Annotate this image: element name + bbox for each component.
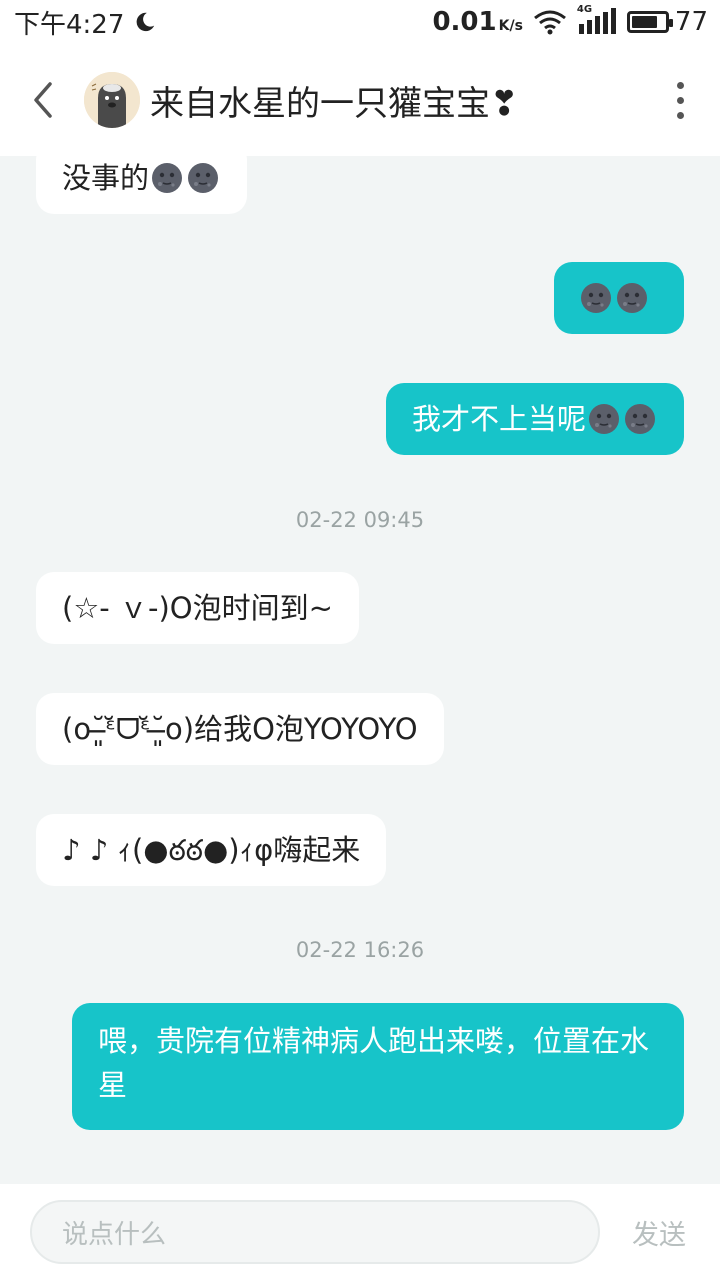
message-text: 没事的 (62, 161, 150, 195)
message-bubble-incoming[interactable]: 没事的 (36, 156, 248, 214)
message-text: 我才不上当呢 (411, 402, 586, 436)
chat-area[interactable]: 没事的 我才不上当呢 02-22 09:45 (☆- ｖ-)O泡时间到~ (o˘… (0, 156, 720, 1184)
status-right: 0.01 K/s 4G 77 (432, 4, 708, 37)
battery: 77 (626, 7, 708, 37)
new-moon-face-icon (589, 404, 619, 434)
new-moon-face-icon (581, 283, 611, 313)
input-bar: 说点什么 发送 (0, 1184, 720, 1280)
do-not-disturb-moon-icon (137, 12, 155, 32)
message-text: ♪ ♪ ｨ(●ఠఠ●)ｨφ嗨起来 (62, 833, 361, 867)
more-dot-icon (676, 96, 684, 104)
avatar[interactable] (84, 72, 140, 128)
message-bubble-outgoing[interactable]: 我才不上当呢 (385, 383, 684, 455)
badger-avatar-icon (84, 72, 140, 128)
chevron-left-icon (34, 82, 52, 118)
title-wrap: 来自水星的一只獾宝宝❣ (84, 72, 640, 128)
battery-fill (631, 16, 657, 28)
status-left: 下午4:27 (14, 4, 156, 41)
message-bubble-incoming[interactable]: (☆- ｖ-)O泡时间到~ (36, 572, 359, 644)
new-moon-face-icon (625, 404, 655, 434)
chat-header: 来自水星的一只獾宝宝❣ (0, 44, 720, 156)
message-bubble-outgoing[interactable] (554, 262, 684, 334)
message-text: (o˘̶͈ᵋ̆ᗜᵋ̆˘̶͈o)给我O泡YOYOYO (62, 712, 418, 746)
status-time: 下午4:27 (14, 9, 125, 40)
battery-percent: 77 (674, 7, 708, 37)
net-speed: 0.01 K/s (432, 7, 523, 37)
net-speed-unit: K/s (498, 18, 523, 34)
chat-title: 来自水星的一只獾宝宝❣ (150, 83, 519, 124)
message-bubble-incoming[interactable]: (o˘̶͈ᵋ̆ᗜᵋ̆˘̶͈o)给我O泡YOYOYO (36, 693, 444, 765)
battery-icon (626, 11, 673, 33)
new-moon-face-icon (617, 283, 647, 313)
new-moon-face-icon (188, 163, 219, 193)
more-dot-icon (676, 81, 684, 89)
back-button[interactable] (0, 44, 84, 156)
more-dot-icon (676, 111, 684, 119)
send-button[interactable]: 发送 (632, 1213, 686, 1252)
timestamp: 02-22 09:45 (295, 508, 425, 532)
status-bar: 下午4:27 0.01 K/s 4G 77 (0, 0, 720, 44)
message-text: 喂，贵院有位精神病人跑出来喽，位置在水星 (98, 1024, 650, 1102)
message-bubble-outgoing[interactable]: 喂，贵院有位精神病人跑出来喽，位置在水星 (72, 1003, 684, 1130)
message-text: (☆- ｖ-)O泡时间到~ (62, 591, 333, 625)
more-options-button[interactable] (640, 44, 720, 156)
wifi-icon (533, 10, 566, 35)
message-bubble-incoming[interactable]: ♪ ♪ ｨ(●ఠఠ●)ｨφ嗨起来 (36, 814, 387, 886)
message-input[interactable]: 说点什么 (30, 1200, 600, 1264)
cellular-signal-icon: 4G (577, 4, 617, 36)
new-moon-face-icon (152, 163, 183, 193)
timestamp: 02-22 16:26 (295, 938, 425, 962)
